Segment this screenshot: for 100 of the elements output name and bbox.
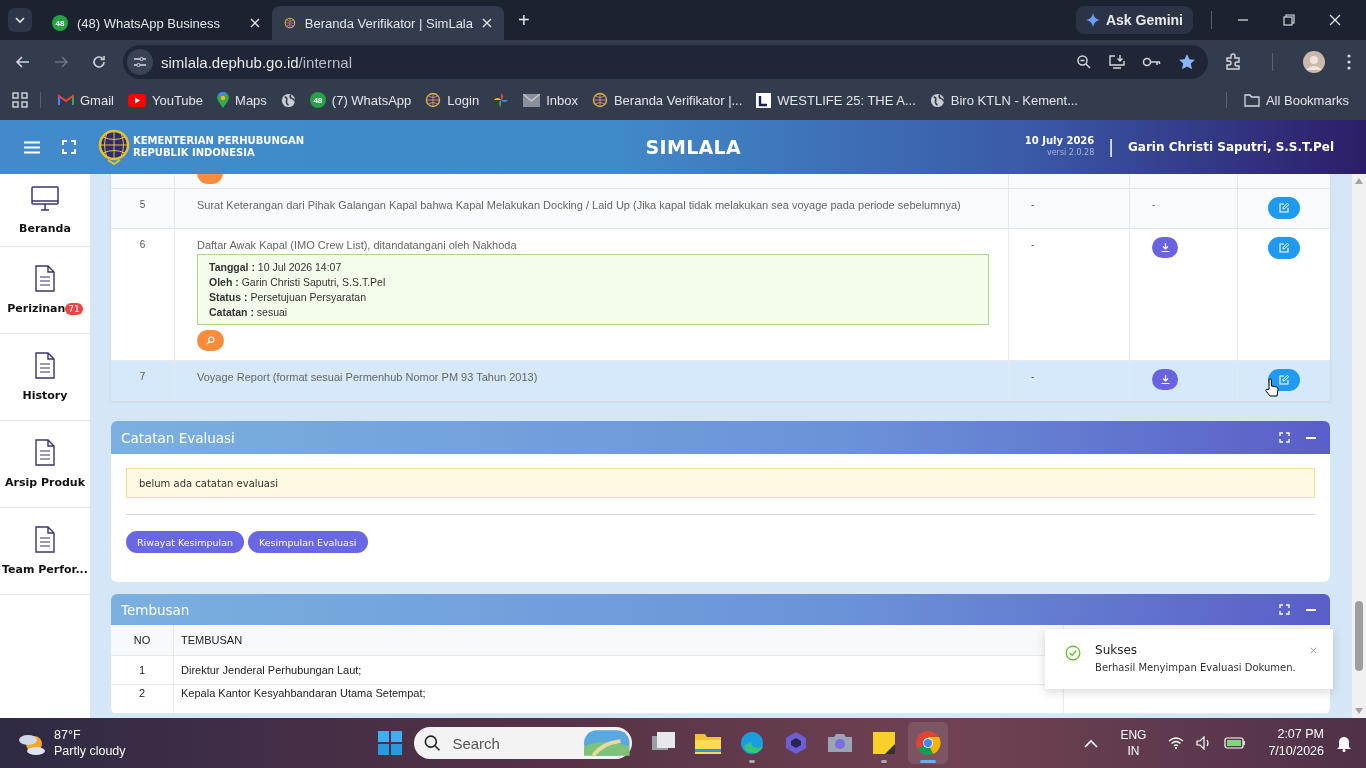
reload-icon[interactable] — [91, 54, 107, 70]
bookmark[interactable]: WESTLIFE 25: THE A... — [751, 92, 921, 108]
edit-button[interactable] — [1268, 369, 1300, 391]
globe-logo-icon — [284, 15, 296, 31]
table-cell: 2 — [111, 685, 174, 713]
edit-icon — [1279, 243, 1289, 253]
search-icon — [423, 734, 441, 752]
key-icon[interactable] — [1142, 56, 1162, 68]
document-title: Daftar Awak Kapal (IMO Crew List), ditandatangani oleh Nakhoda — [197, 239, 517, 251]
document-icon — [35, 265, 55, 292]
monitor-icon — [31, 185, 59, 212]
wifi-icon[interactable] — [1168, 737, 1185, 749]
tab-list-button[interactable] — [8, 8, 32, 32]
notification-bell-icon[interactable] — [1336, 734, 1352, 752]
play-icon — [127, 93, 146, 107]
scrollbar[interactable] — [1352, 174, 1366, 718]
search-icon — [206, 336, 215, 345]
column-header: NO — [111, 625, 174, 655]
bookmark[interactable]: Maps — [212, 92, 272, 108]
bookmark[interactable]: 48 (7) WhatsApp — [304, 92, 417, 108]
sidebar-item[interactable]: Arsip Produk — [0, 421, 90, 508]
sidebar-item[interactable]: Beranda — [0, 174, 90, 247]
fullscreen-icon[interactable] — [62, 140, 76, 154]
sidebar-item[interactable]: Team Perfor... — [0, 508, 90, 595]
document-icon — [35, 352, 55, 379]
globe-logo-icon — [425, 92, 442, 108]
document-icon — [35, 526, 55, 553]
separator: | — [1108, 137, 1114, 157]
note-box: belum ada catatan evaluasi — [126, 468, 1315, 498]
sparkle-icon — [1085, 13, 1100, 27]
row-number: 5 — [139, 199, 146, 210]
avatar-icon[interactable] — [1303, 51, 1325, 73]
action-button[interactable]: Kesimpulan Evaluasi — [248, 531, 368, 553]
camera-icon — [826, 733, 853, 753]
site-settings-icon[interactable] — [127, 49, 153, 75]
all-bookmarks-button[interactable]: All Bookmarks — [1238, 92, 1354, 108]
battery-icon[interactable] — [1224, 737, 1247, 749]
bookmark[interactable]: Beranda Verifikator |... — [586, 92, 748, 108]
scroll-thumb[interactable] — [1355, 601, 1363, 671]
install-app-icon[interactable] — [1108, 54, 1126, 70]
sidebar-item[interactable]: History — [0, 334, 90, 421]
browser-tab[interactable]: Beranda Verifikator | SimLala — [272, 6, 504, 40]
mail-m-icon — [58, 94, 74, 106]
expand-icon[interactable] — [1279, 604, 1290, 615]
restore-icon[interactable] — [1283, 14, 1295, 26]
document-title: Surat Keterangan dari Pihak Galangan Kapal bahwa Kapal Melakukan Docking / Laid Up (Jika kapal tidak melakukan sea voyage pada periode sebelumnya) — [197, 199, 961, 211]
menu-icon[interactable] — [1347, 54, 1351, 70]
search-input[interactable]: Search — [450, 733, 575, 753]
user-name[interactable]: Garin Christi Saputri, S.S.T.Pel — [1128, 140, 1334, 154]
table-cell: - — [1031, 199, 1035, 210]
puzzle-icon[interactable] — [1224, 53, 1242, 71]
chevron-down-icon — [14, 14, 26, 26]
version-label: versi 2.0.28 — [1046, 147, 1095, 159]
ministry-name: KEMENTERIAN PERHUBUNGAN — [133, 135, 306, 147]
new-tab-button[interactable]: + — [518, 8, 530, 32]
action-button[interactable]: Riwayat Kesimpulan — [126, 531, 244, 553]
evaluation-line: Oleh : Garin Christi Saputri, S.S.T.Pel — [209, 276, 387, 288]
download-button[interactable] — [1152, 369, 1178, 390]
count-badge: 71 — [65, 302, 83, 315]
folder-icon — [1243, 93, 1260, 107]
bookmark[interactable]: Inbox — [518, 92, 583, 108]
language-indicator[interactable]: ENG IN — [1120, 727, 1147, 759]
apps-grid-icon[interactable] — [12, 92, 28, 108]
zoom-icon[interactable] — [1076, 54, 1092, 70]
download-button[interactable] — [1152, 237, 1178, 258]
document-title: Voyage Report (format sesuai Permenhub Nomor PM 93 Tahun 2013) — [197, 371, 538, 383]
whatsapp-icon: 48 — [52, 15, 68, 31]
windows-start-icon[interactable] — [377, 731, 402, 755]
star-icon[interactable] — [1178, 53, 1196, 71]
app-title: SIMLALA — [644, 136, 741, 158]
weather-label: Partly cloudy — [54, 743, 126, 759]
pinwheel-icon — [493, 92, 510, 108]
ask-gemini-button[interactable]: Ask Gemini — [1075, 6, 1193, 34]
menu-icon[interactable] — [24, 140, 40, 154]
clock[interactable]: 2:07 PM 7/10/2026 — [1268, 726, 1324, 760]
bookmark[interactable]: YouTube — [122, 92, 209, 108]
browser-tab[interactable]: 48 (48) WhatsApp Business — [40, 6, 272, 40]
envelope-icon — [523, 93, 541, 107]
evaluation-line: Status : Persetujuan Persyaratan — [209, 291, 367, 303]
row-number: 6 — [139, 239, 146, 250]
globe-icon — [280, 92, 296, 108]
expand-icon[interactable] — [1279, 432, 1290, 443]
search-bar[interactable]: Search — [413, 727, 632, 759]
chevron-up-icon[interactable] — [1084, 738, 1099, 748]
bookmark[interactable]: Gmail — [53, 92, 119, 108]
table-cell: 1 — [111, 656, 174, 684]
toast-title: Sukses — [1095, 643, 1139, 657]
edit-icon — [1279, 375, 1289, 385]
bookmark[interactable]: Login — [420, 92, 485, 108]
address-bar[interactable]: simlala.dephub.go.id/internal — [123, 45, 1208, 79]
chrome-logo-icon — [914, 730, 941, 756]
taskbar-app[interactable] — [907, 722, 948, 764]
sticky-note-icon — [872, 732, 895, 754]
globe-icon — [929, 92, 945, 108]
sidebar-item[interactable]: Perizinan 71 — [0, 247, 90, 334]
bookmark[interactable]: Biro KTLN - Kement... — [924, 92, 1083, 108]
table-cell: - — [1031, 371, 1035, 382]
folder-icon — [694, 732, 721, 754]
back-icon[interactable] — [15, 54, 31, 70]
table-cell: - — [1152, 199, 1156, 210]
